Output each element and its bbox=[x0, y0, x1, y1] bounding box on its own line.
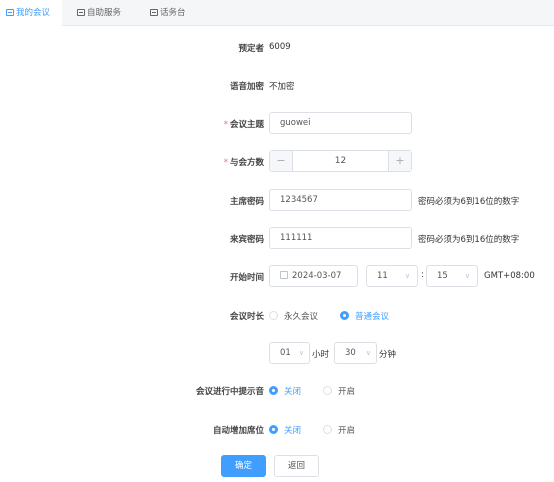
participants-label: * 与会方数 bbox=[223, 158, 264, 168]
radio-dot bbox=[340, 311, 349, 320]
document-icon bbox=[77, 9, 85, 16]
tab-label: 自助服务 bbox=[87, 8, 122, 18]
participants-stepper: − 12 + bbox=[269, 150, 412, 172]
back-button[interactable]: 返回 bbox=[274, 455, 319, 477]
required-mark: * bbox=[223, 158, 228, 168]
radio-dot bbox=[323, 425, 332, 434]
duration-minutes-select[interactable]: 30 ∨ bbox=[334, 342, 377, 364]
confirm-button[interactable]: 确定 bbox=[221, 455, 266, 477]
auto-seats-off-radio[interactable]: 关闭 bbox=[269, 424, 301, 436]
tab-label: 我的会议 bbox=[16, 8, 51, 18]
participants-value[interactable]: 12 bbox=[293, 151, 388, 171]
chevron-down-icon: ∨ bbox=[404, 272, 410, 280]
booker-label: 预定者 bbox=[238, 44, 264, 54]
host-password-label: 主席密码 bbox=[229, 197, 264, 207]
hours-unit: 小时 bbox=[312, 350, 330, 360]
required-mark: * bbox=[223, 120, 228, 130]
tab-bar: 我的会议 自助服务 话务台 bbox=[0, 0, 554, 27]
time-separator: : bbox=[421, 270, 424, 280]
subject-input[interactable]: guowei bbox=[269, 112, 412, 134]
radio-dot bbox=[269, 425, 278, 434]
minutes-unit: 分钟 bbox=[379, 350, 397, 360]
minute-select[interactable]: 15 ∨ bbox=[426, 265, 478, 287]
duration-hours-select[interactable]: 01 ∨ bbox=[269, 342, 310, 364]
subject-label: * 会议主题 bbox=[223, 120, 264, 130]
duration-label: 会议时长 bbox=[229, 312, 264, 322]
hour-select[interactable]: 11 ∨ bbox=[366, 265, 418, 287]
encryption-value: 不加密 bbox=[269, 82, 295, 92]
booker-value: 6009 bbox=[269, 42, 291, 52]
radio-dot bbox=[323, 386, 332, 395]
guest-password-input[interactable]: 111111 bbox=[269, 227, 412, 249]
duration-permanent-radio[interactable]: 永久会议 bbox=[269, 310, 318, 322]
tab-switchboard[interactable]: 话务台 bbox=[150, 0, 202, 26]
start-date-picker[interactable]: 2024-03-07 bbox=[269, 265, 358, 287]
duration-normal-radio[interactable]: 普通会议 bbox=[340, 310, 389, 322]
start-time-label: 开始时间 bbox=[229, 273, 264, 283]
host-password-hint: 密码必须为6到16位的数字 bbox=[418, 197, 520, 207]
prompt-tone-off-radio[interactable]: 关闭 bbox=[269, 385, 301, 397]
guest-password-label: 来宾密码 bbox=[229, 235, 264, 245]
duration-minutes-value: 30 bbox=[345, 348, 356, 358]
document-icon bbox=[150, 9, 158, 16]
prompt-tone-on-radio[interactable]: 开启 bbox=[323, 385, 355, 397]
encryption-label: 语音加密 bbox=[229, 82, 264, 92]
start-date-value: 2024-03-07 bbox=[292, 271, 342, 281]
chevron-down-icon: ∨ bbox=[298, 349, 304, 357]
duration-hours-value: 01 bbox=[280, 348, 291, 358]
chevron-down-icon: ∨ bbox=[464, 272, 470, 280]
prompt-tone-label: 会议进行中提示音 bbox=[195, 387, 264, 397]
radio-dot bbox=[269, 311, 278, 320]
auto-seats-on-radio[interactable]: 开启 bbox=[323, 424, 355, 436]
minute-value: 15 bbox=[437, 271, 448, 281]
tab-self-service[interactable]: 自助服务 bbox=[77, 0, 139, 26]
timezone-label: GMT+08:00 bbox=[484, 271, 535, 281]
document-icon bbox=[6, 9, 14, 16]
radio-dot bbox=[269, 386, 278, 395]
tab-label: 话务台 bbox=[160, 8, 186, 18]
tab-my-meetings[interactable]: 我的会议 bbox=[0, 0, 62, 27]
increment-button[interactable]: + bbox=[388, 151, 411, 171]
auto-seats-label: 自动增加席位 bbox=[212, 426, 264, 436]
hour-value: 11 bbox=[377, 271, 388, 281]
chevron-down-icon: ∨ bbox=[365, 349, 371, 357]
decrement-button[interactable]: − bbox=[270, 151, 293, 171]
guest-password-hint: 密码必须为6到16位的数字 bbox=[418, 235, 520, 245]
calendar-icon bbox=[280, 271, 288, 279]
host-password-input[interactable]: 1234567 bbox=[269, 189, 412, 211]
